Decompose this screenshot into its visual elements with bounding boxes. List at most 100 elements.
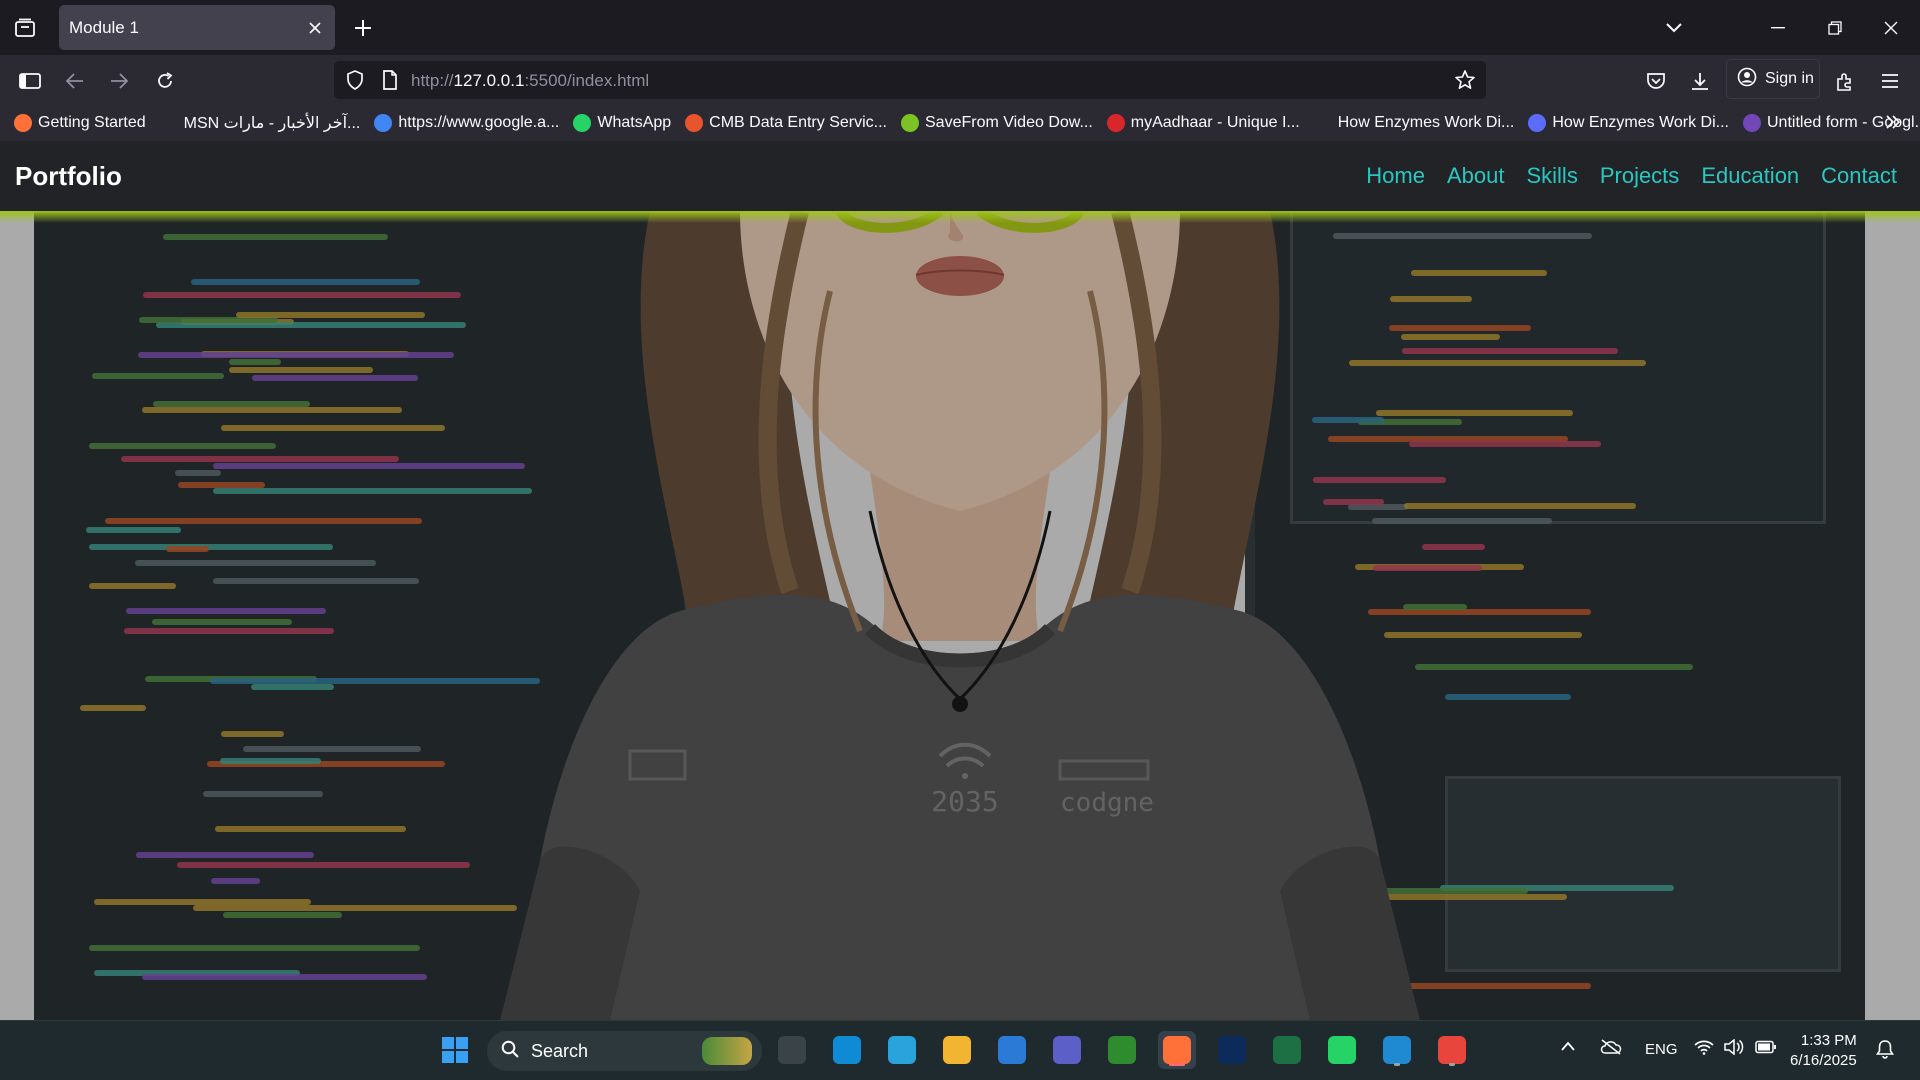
forward-icon[interactable] xyxy=(106,68,132,94)
taskbar-search[interactable]: Search xyxy=(487,1031,762,1071)
page-icon[interactable] xyxy=(382,70,398,95)
msn-icon xyxy=(159,114,178,132)
sign-in-label: Sign in xyxy=(1765,70,1814,87)
telegram-icon[interactable] xyxy=(883,1031,921,1069)
bookmark-item[interactable]: myAadhaar - Unique I... xyxy=(1106,109,1300,137)
whatsapp-icon[interactable] xyxy=(1323,1031,1361,1069)
back-icon[interactable] xyxy=(62,68,88,94)
vscode-icon-glyph xyxy=(1383,1036,1411,1064)
task-view-icon[interactable] xyxy=(773,1031,811,1069)
file-explorer-icon[interactable] xyxy=(938,1031,976,1069)
bookmark-item[interactable]: SaveFrom Video Dow... xyxy=(901,109,1093,137)
store-icon[interactable] xyxy=(993,1031,1031,1069)
cmb-icon xyxy=(685,114,704,132)
bookmark-label: Getting Started xyxy=(38,114,146,131)
windows-taskbar: Search ENG 1:33 PM 6/16/2025 xyxy=(0,1020,1920,1080)
clock-time: 1:33 PM xyxy=(1800,1032,1857,1049)
bookmark-item[interactable]: Getting Started xyxy=(14,109,146,137)
url-rest: :5500/index.html xyxy=(524,71,650,90)
account-icon xyxy=(1737,67,1757,92)
edge-icon[interactable] xyxy=(828,1031,866,1069)
url-text[interactable]: http://127.0.0.1:5500/index.html xyxy=(411,71,649,91)
extensions-icon[interactable] xyxy=(1832,68,1858,94)
browser-tab-strip: Module 1 xyxy=(0,0,1920,55)
reload-icon[interactable] xyxy=(152,68,178,94)
firefox-icon xyxy=(14,114,32,132)
bookmark-star-icon[interactable] xyxy=(1454,69,1476,96)
windows-start-icon[interactable] xyxy=(436,1031,474,1069)
chrome-icon[interactable] xyxy=(1433,1031,1471,1069)
file-explorer-icon-glyph xyxy=(943,1036,971,1064)
clock-date: 6/16/2025 xyxy=(1790,1052,1857,1069)
nav-link-projects[interactable]: Projects xyxy=(1600,163,1679,189)
language-indicator[interactable]: ENG xyxy=(1645,1041,1678,1058)
bookmark-label: https://www.google.a... xyxy=(398,114,560,131)
volume-icon[interactable] xyxy=(1724,1038,1744,1059)
firefox-icon[interactable] xyxy=(1158,1031,1196,1069)
running-app-indicator xyxy=(1449,1063,1455,1066)
bookmark-label: WhatsApp xyxy=(597,114,672,131)
sidebar-icon[interactable] xyxy=(17,68,43,94)
battery-icon[interactable] xyxy=(1755,1040,1777,1058)
onedrive-off-icon[interactable] xyxy=(1600,1039,1622,1059)
tab-list-icon[interactable] xyxy=(12,16,38,40)
pocket-icon[interactable] xyxy=(1643,68,1669,94)
bookmark-label: SaveFrom Video Dow... xyxy=(925,114,1093,131)
tab-active[interactable]: Module 1 xyxy=(59,5,335,50)
url-host: 127.0.0.1 xyxy=(453,71,525,90)
excel-icon[interactable] xyxy=(1268,1031,1306,1069)
nav-link-about[interactable]: About xyxy=(1447,163,1505,189)
sign-in-button[interactable]: Sign in xyxy=(1726,59,1820,99)
bookmarks-bar: Getting Started MSN آخر الأخبار - مارات..… xyxy=(0,105,1920,141)
whatsapp-icon xyxy=(573,114,592,132)
firefox-icon-glyph xyxy=(1163,1036,1191,1064)
bookmark-item[interactable]: https://www.google.a... xyxy=(374,109,559,137)
web-page: Portfolio Home About Skills Projects Educati… xyxy=(0,141,1920,1020)
chevron-up-icon[interactable] xyxy=(1561,1038,1575,1055)
bookmark-item[interactable]: CMB Data Entry Servic... xyxy=(685,109,887,137)
minimize-icon[interactable] xyxy=(1764,14,1792,42)
chevron-down-icon[interactable] xyxy=(1662,16,1686,40)
nav-link-contact[interactable]: Contact xyxy=(1821,163,1897,189)
close-tab-icon[interactable] xyxy=(305,18,325,38)
photoshop-icon[interactable] xyxy=(1213,1031,1251,1069)
url-bar[interactable]: http://127.0.0.1:5500/index.html xyxy=(334,61,1486,99)
restore-icon[interactable] xyxy=(1821,14,1849,42)
edge-icon-glyph xyxy=(833,1036,861,1064)
bookmark-label: How Enzymes Work Di... xyxy=(1552,114,1729,131)
globe-icon xyxy=(1313,114,1332,132)
close-window-icon[interactable] xyxy=(1877,14,1905,42)
site-logo[interactable]: Portfolio xyxy=(15,161,122,192)
nav-link-home[interactable]: Home xyxy=(1366,163,1425,189)
bookmark-item[interactable]: How Enzymes Work Di... xyxy=(1313,109,1515,137)
teams-icon[interactable] xyxy=(1048,1031,1086,1069)
whatsapp-icon-glyph xyxy=(1328,1036,1356,1064)
taskbar-clock[interactable]: 1:33 PM 6/16/2025 xyxy=(1790,1031,1857,1071)
bookmark-item[interactable]: WhatsApp xyxy=(573,109,671,137)
vim-icon[interactable] xyxy=(1103,1031,1141,1069)
hamburger-menu-icon[interactable] xyxy=(1877,68,1903,94)
chevron-double-right-icon[interactable] xyxy=(1882,111,1904,133)
nav-link-education[interactable]: Education xyxy=(1701,163,1799,189)
chrome-icon-glyph xyxy=(1438,1036,1466,1064)
download-icon[interactable] xyxy=(1687,68,1713,94)
google-icon xyxy=(374,114,393,132)
telegram-icon-glyph xyxy=(888,1036,916,1064)
bookmark-item[interactable]: MSN آخر الأخبار - مارات... xyxy=(159,109,360,137)
bookmark-item[interactable]: How Enzymes Work Di... xyxy=(1528,109,1729,137)
notifications-icon[interactable] xyxy=(1876,1039,1894,1063)
vscode-icon[interactable] xyxy=(1378,1031,1416,1069)
bookmark-label: How Enzymes Work Di... xyxy=(1337,114,1515,131)
tab-title: Module 1 xyxy=(69,17,139,37)
site-header: Portfolio Home About Skills Projects Educati… xyxy=(0,141,1920,211)
wifi-icon[interactable] xyxy=(1694,1039,1714,1059)
search-icon xyxy=(501,1040,519,1063)
hero-dark-overlay xyxy=(0,211,1920,1020)
nav-link-skills[interactable]: Skills xyxy=(1526,163,1577,189)
vim-icon-glyph xyxy=(1108,1036,1136,1064)
aadhaar-icon xyxy=(1106,114,1125,132)
search-label: Search xyxy=(531,1040,589,1061)
new-tab-icon[interactable] xyxy=(351,16,375,40)
shield-icon[interactable] xyxy=(346,70,364,95)
search-highlight-icon xyxy=(702,1037,752,1065)
